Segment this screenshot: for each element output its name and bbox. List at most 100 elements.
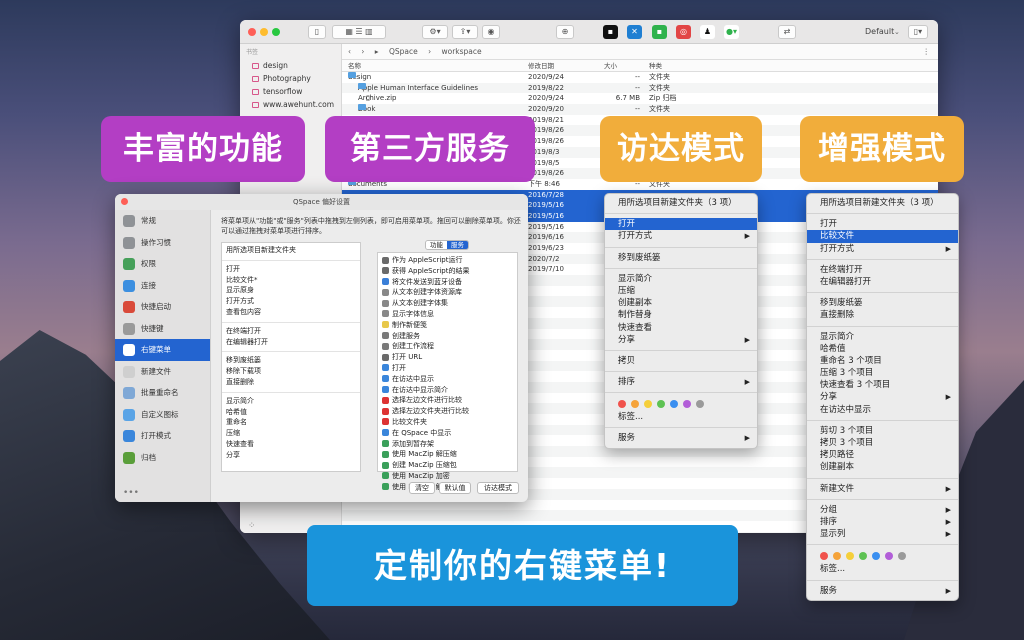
- apps-grid-icon[interactable]: ⁘: [248, 521, 256, 531]
- tag-color-dot[interactable]: [885, 552, 893, 561]
- table-row[interactable]: ▶Book 2020/9/20 -- 文件夹: [342, 104, 938, 115]
- column-name[interactable]: 名称: [348, 60, 361, 72]
- menu-item[interactable]: 服务 ▶: [807, 585, 958, 597]
- tag-color-dot[interactable]: [683, 400, 691, 409]
- pref-nav-item[interactable]: 自定义图标: [115, 404, 210, 426]
- sidebar-item[interactable]: Photography: [240, 72, 341, 85]
- qq-app-icon[interactable]: ♟: [700, 25, 715, 39]
- more-icon[interactable]: ⋮: [923, 44, 931, 60]
- service-item[interactable]: 选择左边文件夹进行比较: [378, 406, 517, 417]
- menu-item-entry[interactable]: 移除下载项: [222, 366, 360, 377]
- menu-item-entry[interactable]: 分享: [222, 450, 360, 461]
- zoom-window-button[interactable]: [272, 28, 280, 36]
- services-list[interactable]: 作为 AppleScript运行 获得 AppleScript的结果 将文件发送到蓝…: [377, 252, 518, 491]
- menu-item[interactable]: 打开方式 ▶: [605, 230, 757, 242]
- wechat-app-icon[interactable]: ●▾: [724, 25, 739, 39]
- pref-nav-item[interactable]: 权限: [115, 253, 210, 275]
- vscode-app-icon[interactable]: ✕: [627, 25, 642, 39]
- menu-item[interactable]: 标签...: [605, 411, 757, 423]
- service-item[interactable]: 在访达中显示简介: [378, 385, 517, 396]
- menu-item[interactable]: 剪切 3 个项目: [807, 425, 958, 437]
- pref-nav-item[interactable]: 操作习惯: [115, 232, 210, 254]
- menu-item-entry[interactable]: 在终端打开: [222, 326, 360, 337]
- menu-item[interactable]: 用所选项目新建文件夹（3 项）: [605, 197, 757, 209]
- menu-item[interactable]: 比较文件: [807, 230, 958, 243]
- menu-item[interactable]: 创建副本: [605, 297, 757, 309]
- tag-color-dot[interactable]: [631, 400, 639, 409]
- preview-toggle-icon[interactable]: ▯▾: [908, 25, 928, 39]
- sidebar-item[interactable]: design: [240, 59, 341, 72]
- menu-item[interactable]: 拷贝 3 个项目: [807, 437, 958, 449]
- menu-item-entry[interactable]: 显示简介: [222, 396, 360, 407]
- menu-item-entry[interactable]: 在编辑器打开: [222, 337, 360, 348]
- breadcrumb-qspace[interactable]: QSpace: [389, 47, 418, 56]
- pref-nav-item[interactable]: 快捷启动: [115, 296, 210, 318]
- menu-item[interactable]: 分享 ▶: [807, 391, 958, 403]
- dual-pane-icon[interactable]: ⇄: [778, 25, 796, 39]
- column-kind[interactable]: 种类: [649, 60, 662, 72]
- menu-item[interactable]: 压缩: [605, 285, 757, 297]
- menu-item-entry[interactable]: 比较文件*: [222, 275, 360, 286]
- row-name[interactable]: ▼design: [348, 72, 371, 83]
- tag-color-dot[interactable]: [820, 552, 828, 561]
- menu-item[interactable]: 服务 ▶: [605, 432, 757, 444]
- pref-nav-item[interactable]: 打开模式: [115, 425, 210, 447]
- menu-item-entry[interactable]: 打开: [222, 264, 360, 275]
- service-item[interactable]: 比较文件夹: [378, 417, 517, 428]
- row-name[interactable]: ▯ Archive.zip: [358, 93, 396, 104]
- column-date[interactable]: 修改日期: [528, 60, 554, 72]
- airdrop-icon[interactable]: ◉: [482, 25, 500, 39]
- view-mode-switcher[interactable]: ▦ ☰ ▥: [332, 25, 386, 39]
- tag-color-dot[interactable]: [670, 400, 678, 409]
- service-item[interactable]: 打开: [378, 363, 517, 374]
- menu-item-entry[interactable]: 查看包内容: [222, 307, 360, 318]
- chevron-down-icon[interactable]: ⌄: [894, 25, 900, 39]
- sidebar-toggle-icon[interactable]: ▯: [308, 25, 326, 39]
- pref-nav-item[interactable]: 批量重命名: [115, 382, 210, 404]
- action-gear-icon[interactable]: ⚙▾: [422, 25, 448, 39]
- green-app-icon[interactable]: ▪: [652, 25, 667, 39]
- menu-item-entry[interactable]: 用所选项目新建文件夹: [222, 245, 360, 256]
- pref-nav-item[interactable]: 常规: [115, 210, 210, 232]
- minimize-window-button[interactable]: [260, 28, 268, 36]
- pref-nav-item[interactable]: 右键菜单: [115, 339, 210, 361]
- column-size[interactable]: 大小: [604, 60, 617, 72]
- terminal-app-icon[interactable]: ▪: [603, 25, 618, 39]
- menu-item[interactable]: 打开方式 ▶: [807, 243, 958, 255]
- sidebar-item[interactable]: tensorflow: [240, 85, 341, 98]
- pref-nav-item[interactable]: 连接: [115, 275, 210, 297]
- service-item[interactable]: 在 QSpace 中显示: [378, 428, 517, 439]
- service-item[interactable]: 将文件发送到蓝牙设备: [378, 277, 517, 288]
- share-icon[interactable]: ⇪▾: [452, 25, 478, 39]
- menu-item[interactable]: 在终端打开: [807, 264, 958, 276]
- service-item[interactable]: 选择左边文件进行比较: [378, 395, 517, 406]
- tag-color-dot[interactable]: [618, 400, 626, 409]
- menu-item[interactable]: 分组 ▶: [807, 504, 958, 516]
- menu-item[interactable]: 直接删除: [807, 309, 958, 321]
- menu-item[interactable]: 移到废纸篓: [605, 252, 757, 264]
- menu-item-entry[interactable]: 移到废纸篓: [222, 355, 360, 366]
- menu-item[interactable]: 制作替身: [605, 309, 757, 321]
- sidebar-item[interactable]: www.awehunt.com: [240, 98, 341, 111]
- menu-item[interactable]: 标签...: [807, 563, 958, 575]
- tag-color-dot[interactable]: [657, 400, 665, 409]
- menu-item[interactable]: 用所选项目新建文件夹（3 项）: [807, 197, 958, 209]
- menu-item[interactable]: 哈希值: [807, 343, 958, 355]
- menu-item[interactable]: 移到废纸篓: [807, 297, 958, 309]
- menu-item[interactable]: 拷贝路径: [807, 449, 958, 461]
- defaults-button[interactable]: 默认值: [439, 482, 471, 494]
- menu-item[interactable]: 显示简介: [605, 273, 757, 285]
- menu-item[interactable]: 显示简介: [807, 331, 958, 343]
- tag-color-dot[interactable]: [898, 552, 906, 561]
- menu-item[interactable]: 排序 ▶: [807, 516, 958, 528]
- finder-mode-button[interactable]: 访达模式: [477, 482, 519, 494]
- service-item[interactable]: 创建 MacZip 压缩包: [378, 460, 517, 471]
- menu-item[interactable]: 显示列 ▶: [807, 528, 958, 540]
- service-item[interactable]: 从文本创建字体资源库: [378, 287, 517, 298]
- menu-item[interactable]: 创建副本: [807, 461, 958, 473]
- menu-item-entry[interactable]: 快速查看: [222, 439, 360, 450]
- tag-color-dot[interactable]: [644, 400, 652, 409]
- close-window-button[interactable]: [248, 28, 256, 36]
- menu-item[interactable]: 拷贝: [605, 355, 757, 367]
- service-item[interactable]: 作为 AppleScript运行: [378, 255, 517, 266]
